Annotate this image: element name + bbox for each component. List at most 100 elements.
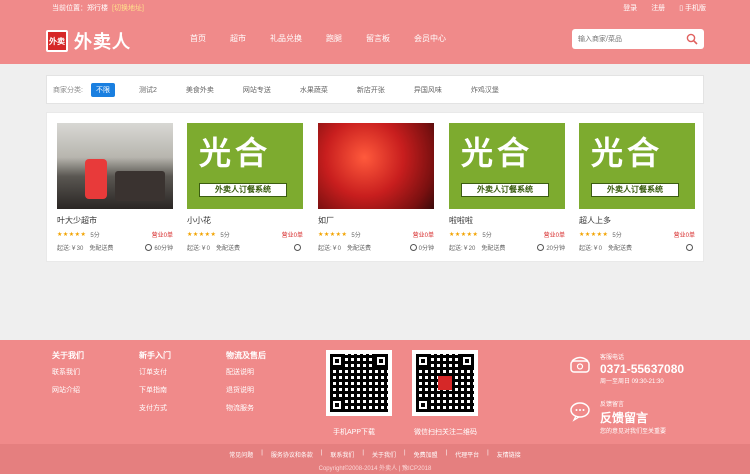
chip-fruit-veg[interactable]: 水果蔬菜	[295, 83, 333, 97]
logo-big-text: 光合	[461, 135, 534, 171]
shop-card[interactable]: 光合 外卖人订餐系统 啦啦啦 ★★★★★ 5分 营业0单 起送:￥20 免配送费 20分…	[449, 123, 565, 252]
chip-site-delivery[interactable]: 网站专送	[238, 83, 276, 97]
qr-logo-icon	[438, 376, 452, 390]
footer-bottom: 常见问题 | 服务协议和条款 | 联系我们 | 关于我们 | 免费加盟 | 代理平台 | 友…	[0, 444, 750, 474]
nav-errand[interactable]: 跑腿	[326, 33, 342, 44]
wechat-qr[interactable]	[412, 350, 478, 416]
divider: |	[362, 450, 364, 456]
star-rating-icon: ★★★★★	[579, 232, 609, 238]
main-nav: 首页 超市 礼品兑换 跑腿 留言板 会员中心	[190, 33, 446, 44]
shop-name[interactable]: 超人上多	[579, 215, 695, 226]
qr-finder	[416, 354, 430, 368]
shop-logo-image[interactable]: 光合 外卖人订餐系统	[579, 123, 695, 209]
footer-link[interactable]: 下单指南	[139, 385, 171, 395]
car-trunk-figure	[115, 171, 165, 201]
chip-new-store[interactable]: 新店开张	[352, 83, 390, 97]
service-hours: 周一至周日 09:30-21:30	[600, 379, 664, 385]
search-input[interactable]	[572, 29, 680, 49]
min-order: 起送:￥0	[187, 246, 211, 252]
bottom-link[interactable]: 关于我们	[372, 450, 396, 459]
qr-caption: 微信扫扫关注二维码	[414, 429, 477, 436]
qr-finder	[330, 354, 344, 368]
status-badge: 营业0单	[281, 233, 303, 239]
qr-code-icon	[330, 354, 388, 412]
footer-heading: 关于我们	[52, 351, 84, 360]
shop-name[interactable]: 小小花	[187, 215, 303, 226]
bottom-link[interactable]: 友情链接	[497, 450, 521, 459]
shop-meta: 起送:￥30 免配送费 60分钟	[57, 243, 173, 252]
logo-badge-icon: 外卖	[46, 30, 68, 52]
nav-gift-exchange[interactable]: 礼品兑换	[270, 33, 302, 44]
bottom-link[interactable]: 常见问题	[229, 450, 253, 459]
shop-card[interactable]: 光合 外卖人订餐系统 小小花 ★★★★★ 5分 营业0单 起送:￥0 免配送费	[187, 123, 303, 252]
app-download-qr[interactable]	[326, 350, 392, 416]
feedback-info: 反馈留言 反馈留言 您的意见对我们至关重要	[600, 399, 666, 435]
switch-address-link[interactable]: [切换地址]	[112, 5, 144, 12]
shop-photo[interactable]	[318, 123, 434, 209]
shop-rating: ★★★★★ 5分 营业0单	[187, 230, 303, 239]
shop-card[interactable]: 光合 外卖人订餐系统 超人上多 ★★★★★ 5分 营业0单 起送:￥0 免配送费	[579, 123, 695, 252]
qr-finder	[460, 354, 474, 368]
shop-rating: ★★★★★ 5分 营业0单	[449, 230, 565, 239]
category-filter: 商家分类: 不限 测试2 美食外卖 网站专送 水果蔬菜 新店开张 异国风味 炸鸡…	[46, 75, 704, 104]
chip-foreign[interactable]: 异国风味	[409, 83, 447, 97]
min-order: 起送:￥30	[57, 246, 84, 252]
shop-logo-image[interactable]: 光合 外卖人订餐系统	[187, 123, 303, 209]
location-label: 当前位置：	[52, 5, 87, 12]
bottom-link[interactable]: 免费加盟	[414, 450, 438, 459]
shop-photo[interactable]	[57, 123, 173, 209]
footer-heading: 物流及售后	[226, 351, 266, 360]
mobile-link[interactable]: ▯ 手机版	[679, 3, 706, 13]
chip-test2[interactable]: 测试2	[134, 83, 162, 97]
search-box	[572, 29, 704, 49]
nav-message-board[interactable]: 留言板	[366, 33, 390, 44]
shop-name[interactable]: 啦啦啦	[449, 215, 565, 226]
shop-meta: 起送:￥0 免配送费	[187, 243, 303, 252]
shop-grid: 叶大少超市 ★★★★★ 5分 营业0单 起送:￥30 免配送费 60分钟 光合 外卖人订…	[46, 112, 704, 262]
shop-card[interactable]: 如厂 ★★★★★ 5分 营业0单 起送:￥0 免配送费 0分钟	[318, 123, 434, 252]
shop-name[interactable]: 叶大少超市	[57, 215, 173, 226]
chip-all[interactable]: 不限	[90, 82, 115, 97]
delivery-fee: 免配送费	[89, 246, 114, 252]
footer-link[interactable]: 配送说明	[226, 367, 266, 377]
clock-icon	[686, 244, 693, 251]
feedback-title[interactable]: 反馈留言	[600, 409, 666, 426]
phone-label: 客服电话	[600, 355, 625, 361]
shop-card[interactable]: 叶大少超市 ★★★★★ 5分 营业0单 起送:￥30 免配送费 60分钟	[57, 123, 173, 252]
nav-home[interactable]: 首页	[190, 33, 206, 44]
bottom-link[interactable]: 服务协议和条款	[271, 450, 313, 459]
shop-name[interactable]: 如厂	[318, 215, 434, 226]
shop-logo-image[interactable]: 光合 外卖人订餐系统	[449, 123, 565, 209]
shop-score: 5分	[612, 233, 622, 239]
bottom-link[interactable]: 联系我们	[330, 450, 354, 459]
chip-burger[interactable]: 炸鸡汉堡	[466, 83, 504, 97]
nav-member-center[interactable]: 会员中心	[414, 33, 446, 44]
feedback-row[interactable]: 反馈留言 反馈留言 您的意见对我们至关重要	[568, 399, 684, 435]
chip-food-delivery[interactable]: 美食外卖	[181, 83, 219, 97]
footer-link[interactable]: 联系我们	[52, 367, 84, 377]
feedback-sub: 您的意见对我们至关重要	[600, 429, 667, 435]
login-link[interactable]: 登录	[623, 3, 637, 13]
delivery-time: 0分钟	[418, 246, 434, 252]
footer-link[interactable]: 物流服务	[226, 403, 266, 413]
footer-col-logistics: 物流及售后 配送说明 退货说明 物流服务	[226, 350, 266, 421]
footer-link[interactable]: 支付方式	[139, 403, 171, 413]
register-link[interactable]: 注册	[651, 3, 665, 13]
divider: |	[487, 450, 489, 456]
search-icon[interactable]	[686, 33, 698, 45]
shop-score: 5分	[351, 233, 361, 239]
footer-link[interactable]: 网站介绍	[52, 385, 84, 395]
bottom-links: 常见问题 | 服务协议和条款 | 联系我们 | 关于我们 | 免费加盟 | 代理平台 | 友…	[0, 450, 750, 459]
nav-supermarket[interactable]: 超市	[230, 33, 246, 44]
logo-big-text: 光合	[591, 135, 664, 171]
status-badge: 营业0单	[543, 233, 565, 239]
footer-link[interactable]: 退货说明	[226, 385, 266, 395]
phone-icon: ▯	[679, 5, 684, 12]
footer-link[interactable]: 订单支付	[139, 367, 171, 377]
divider: |	[261, 450, 263, 456]
site-logo[interactable]: 外卖 外卖人	[46, 28, 131, 54]
copyright: Copyright©2008-2014 外卖人 | 豫ICP2018	[318, 466, 432, 472]
star-rating-icon: ★★★★★	[187, 232, 217, 238]
status-badge: 营业0单	[151, 233, 173, 239]
bottom-link[interactable]: 代理平台	[455, 450, 479, 459]
